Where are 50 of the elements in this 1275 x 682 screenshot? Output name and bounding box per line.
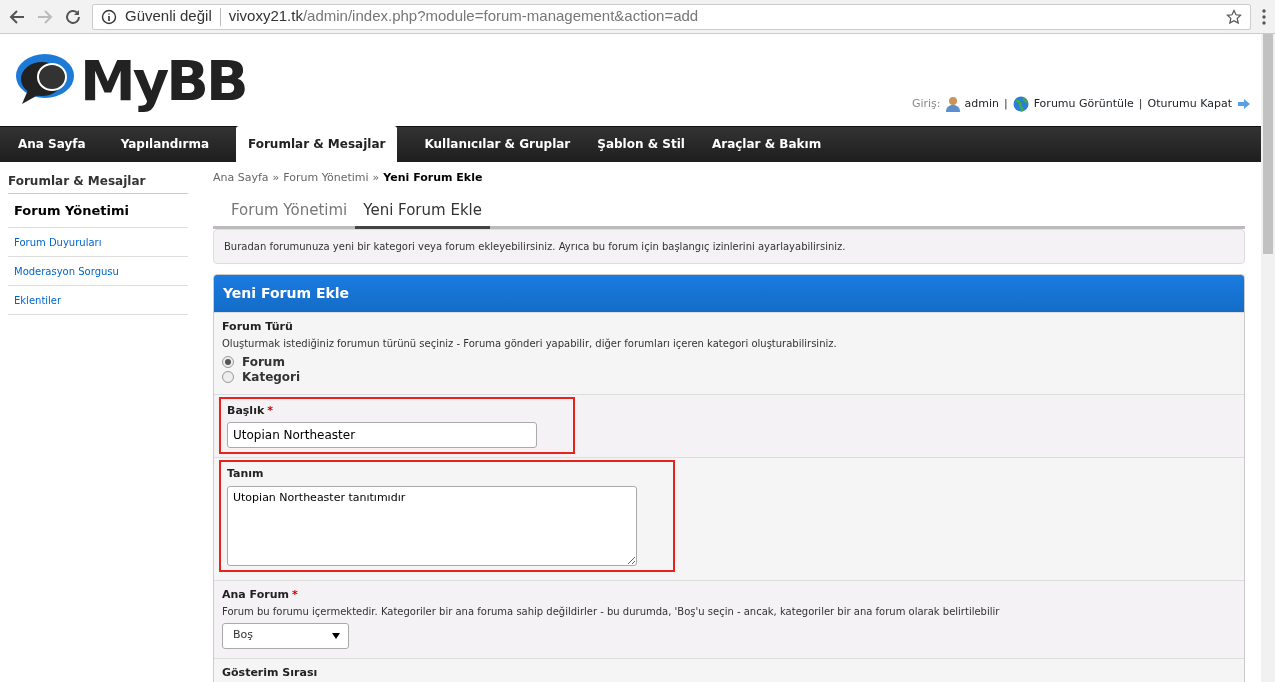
field-label: Başlık * (227, 402, 274, 419)
view-forum-link[interactable]: Forumu Görüntüle (1033, 95, 1134, 112)
field-label: Tanım (227, 466, 265, 482)
field-description: Forum bu forumu içermektedir. Kategoriler bir ana foruma sahip değildirler - bu durumda, 'Boş'u seçin - ancak, kategoriler bir ana forum olarak belirtilebilir (222, 604, 1001, 619)
breadcrumb-separator: » (272, 170, 280, 186)
sub-tab[interactable]: Forum Yönetimi (223, 194, 356, 229)
panel-header: Yeni Forum Ekle (214, 275, 1244, 312)
logout-link[interactable]: Oturumu Kapat (1147, 95, 1232, 112)
breadcrumb-link[interactable]: Forum Yönetimi (283, 170, 369, 187)
back-icon[interactable] (8, 7, 26, 26)
field-label: Forum Türü (222, 319, 294, 335)
globe-icon (1012, 95, 1029, 112)
address-bar[interactable]: Güvenli değil vivoxy21.tk/admin/index.php?module=forum-management&action=add (92, 3, 1251, 30)
select-field[interactable]: Boş (222, 622, 349, 649)
sidebar-item[interactable]: Forum Duyuruları (8, 227, 188, 257)
login-label: Giriş: (911, 95, 941, 112)
sidebar-item[interactable]: Forum Yönetimi (8, 194, 188, 228)
field-label: Ana Forum * (222, 587, 299, 603)
breadcrumb-link[interactable]: Ana Sayfa (213, 170, 269, 187)
username-link[interactable]: admin (964, 95, 999, 112)
sidebar-item[interactable]: Eklentiler (8, 285, 188, 315)
field-label: Gösterim Sırası (222, 664, 319, 681)
breadcrumb-separator: » (372, 170, 380, 186)
scrollbar[interactable] (1261, 34, 1275, 682)
info-box: Buradan forumunuza yeni bir kategori veya forum ekleyebilirsiniz. Ayrıca bu forum için başlangıç izinlerini ayarlayabilirsiniz. (213, 229, 1245, 264)
url-text: vivoxy21.tk/admin/index.php?module=forum-management&action=add (228, 6, 699, 27)
caret-icon (332, 632, 340, 639)
reload-icon[interactable] (64, 7, 82, 26)
nav-tab[interactable]: Kullanıcılar & Gruplar (412, 126, 583, 162)
separator-text: | (1003, 95, 1008, 112)
breadcrumb-current: Yeni Forum Ekle (383, 170, 483, 186)
radio-option[interactable]: Forum (222, 354, 1236, 370)
text-field[interactable]: Utopian Northeaster (227, 422, 537, 448)
nav-tab[interactable]: Ana Sayfa (6, 126, 106, 162)
star-icon[interactable] (1226, 8, 1242, 25)
nav-tab[interactable]: Araçlar & Bakım (699, 126, 834, 162)
arrow-right-icon (1237, 97, 1251, 110)
radio-option[interactable]: Kategori (222, 369, 1236, 385)
separator-text: | (1138, 95, 1143, 112)
user-icon (945, 95, 960, 112)
info-icon (101, 8, 117, 25)
nav-tab[interactable]: Şablon & Stil (585, 126, 697, 162)
field-description: Oluşturmak istediğiniz forumun türünü seçiniz - Foruma gönderi yapabilir, diğer forumları içeren kategori oluşturabilirsiniz. (222, 336, 838, 351)
nav-tab[interactable]: Yapılandırma (108, 126, 221, 162)
textarea-field[interactable]: Utopian Northeaster tanıtımıdır (227, 485, 637, 566)
sidebar-title: Forumlar & Mesajlar (8, 170, 188, 194)
nav-tab[interactable]: Forumlar & Mesajlar (236, 126, 398, 162)
menu-icon[interactable] (1261, 7, 1267, 26)
sidebar-item[interactable]: Moderasyon Sorgusu (8, 256, 188, 286)
security-label: Güvenli değil (125, 6, 212, 27)
